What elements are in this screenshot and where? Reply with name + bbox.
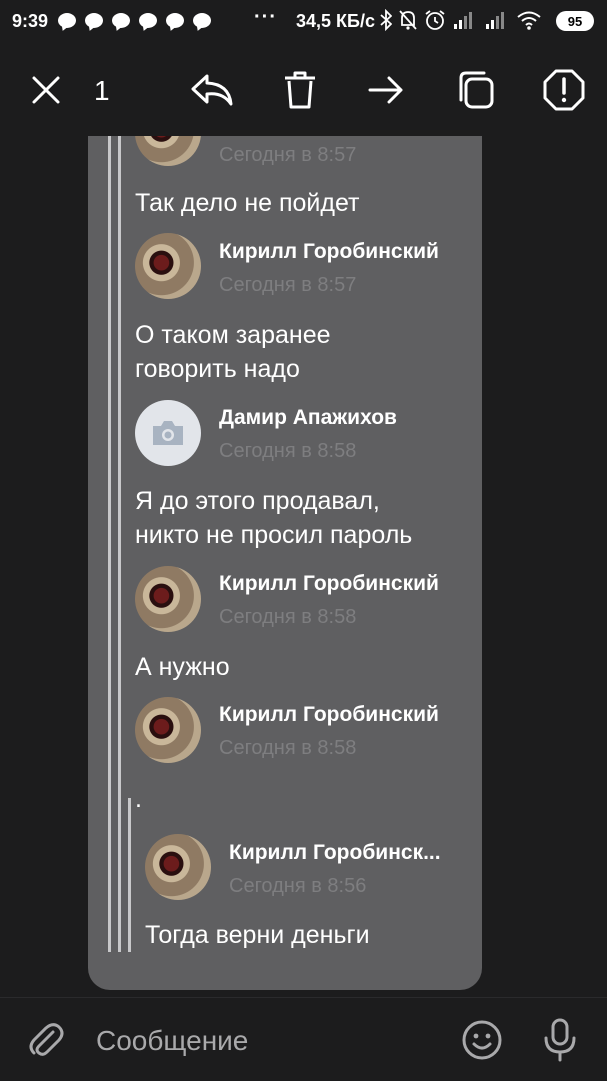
close-icon[interactable] — [22, 66, 70, 114]
chat-notification-icon — [112, 13, 130, 28]
avatar — [135, 566, 201, 632]
copy-icon[interactable] — [452, 66, 500, 114]
message-time: Сегодня в 8:58 — [219, 440, 357, 462]
camera-icon — [153, 421, 183, 445]
avatar — [135, 233, 201, 299]
message-text: Тогда верни деньги — [145, 921, 370, 949]
notification-icons — [58, 13, 211, 28]
chat-notification-icon — [166, 13, 184, 28]
message-time: Сегодня в 8:57 — [219, 144, 357, 166]
message-time: Сегодня в 8:58 — [219, 737, 357, 759]
quote-line — [118, 136, 121, 952]
message-input[interactable]: Сообщение — [96, 1025, 248, 1057]
forwarded-messages-card[interactable]: Сегодня в 8:57 Так дело не пойдет Кирилл… — [88, 136, 482, 990]
selection-toolbar: 1 — [0, 44, 607, 136]
reply-icon[interactable] — [188, 66, 236, 114]
status-time: 9:39 — [12, 11, 49, 31]
emoji-icon[interactable] — [458, 1016, 506, 1064]
avatar — [135, 697, 201, 763]
report-icon[interactable] — [540, 66, 588, 114]
avatar — [145, 834, 211, 900]
message-input-bar: Сообщение — [0, 997, 607, 1081]
author-name: Кирилл Горобинский — [219, 703, 439, 726]
message-text: . — [135, 785, 142, 813]
avatar — [135, 400, 201, 466]
network-speed: 34,5 КБ/с — [296, 11, 375, 31]
wifi-icon — [517, 11, 541, 30]
chat-notification-icon — [139, 13, 157, 28]
forward-icon[interactable] — [362, 66, 410, 114]
message-text: О таком заранее — [135, 321, 331, 349]
message-text: Я до этого продавал, — [135, 487, 380, 515]
delete-icon[interactable] — [276, 66, 324, 114]
message-time: Сегодня в 8:56 — [229, 875, 367, 897]
message-text: говорить надо — [135, 355, 300, 383]
battery-indicator: 95 — [556, 11, 594, 31]
avatar — [135, 136, 201, 166]
selected-count: 1 — [94, 75, 110, 106]
chat-notification-icon — [193, 13, 211, 28]
author-name: Кирилл Горобинск... — [229, 841, 441, 864]
microphone-icon[interactable] — [536, 1016, 584, 1064]
signal-icon — [486, 12, 504, 29]
message-text: А нужно — [135, 653, 230, 681]
more-notifications-icon: ··· — [254, 6, 277, 28]
status-bar: 9:39 ··· 34,5 КБ/с 95 — [0, 0, 607, 44]
message-text: Так дело не пойдет — [135, 189, 360, 217]
quote-line — [108, 136, 111, 952]
bluetooth-icon — [380, 9, 392, 31]
chat-notification-icon — [85, 13, 103, 28]
chat-notification-icon — [58, 13, 76, 28]
author-name: Дамир Апажихов — [219, 406, 397, 429]
message-text: никто не просил пароль — [135, 521, 413, 549]
author-name: Кирилл Горобинский — [219, 572, 439, 595]
message-time: Сегодня в 8:57 — [219, 274, 357, 296]
mute-bell-icon — [399, 10, 417, 30]
system-icons — [380, 9, 542, 31]
quote-line — [128, 798, 131, 952]
alarm-icon — [425, 10, 445, 30]
author-name: Кирилл Горобинский — [219, 240, 439, 263]
message-time: Сегодня в 8:58 — [219, 606, 357, 628]
attach-icon[interactable] — [22, 1016, 70, 1064]
signal-icon — [454, 12, 472, 29]
